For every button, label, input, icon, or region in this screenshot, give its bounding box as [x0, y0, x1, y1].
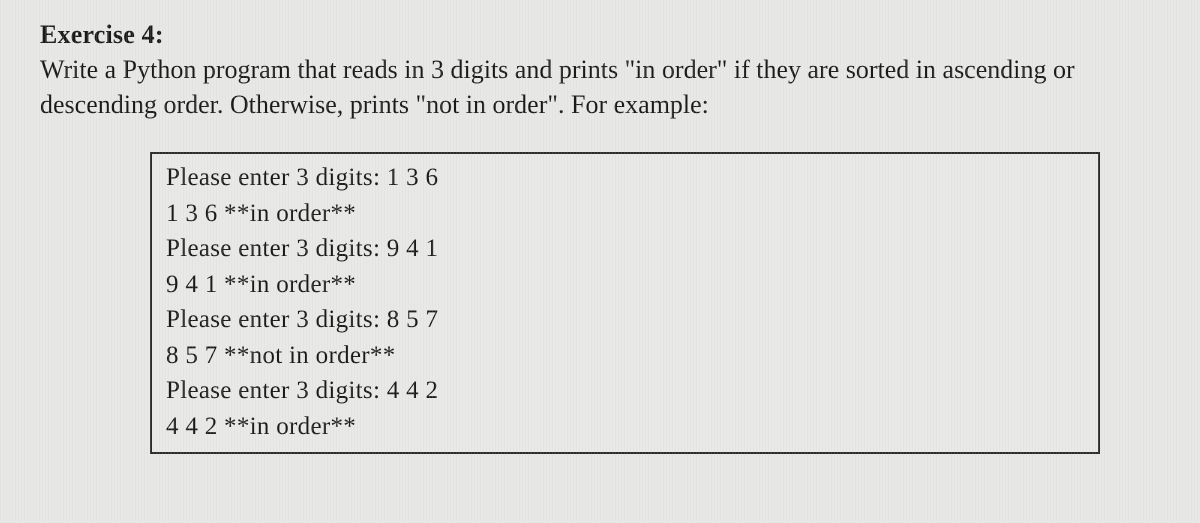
example-line: 4 4 2 **in order**: [166, 409, 1084, 445]
example-line: 8 5 7 **not in order**: [166, 338, 1084, 374]
example-line: Please enter 3 digits: 9 4 1: [166, 231, 1084, 267]
example-line: 1 3 6 **in order**: [166, 196, 1084, 232]
example-line: Please enter 3 digits: 4 4 2: [166, 373, 1084, 409]
example-line: Please enter 3 digits: 1 3 6: [166, 160, 1084, 196]
exercise-heading: Exercise 4:: [40, 20, 1160, 50]
exercise-instructions: Write a Python program that reads in 3 d…: [40, 52, 1160, 122]
example-line: Please enter 3 digits: 8 5 7: [166, 302, 1084, 338]
example-line: 9 4 1 **in order**: [166, 267, 1084, 303]
example-output-box: Please enter 3 digits: 1 3 6 1 3 6 **in …: [150, 152, 1100, 454]
